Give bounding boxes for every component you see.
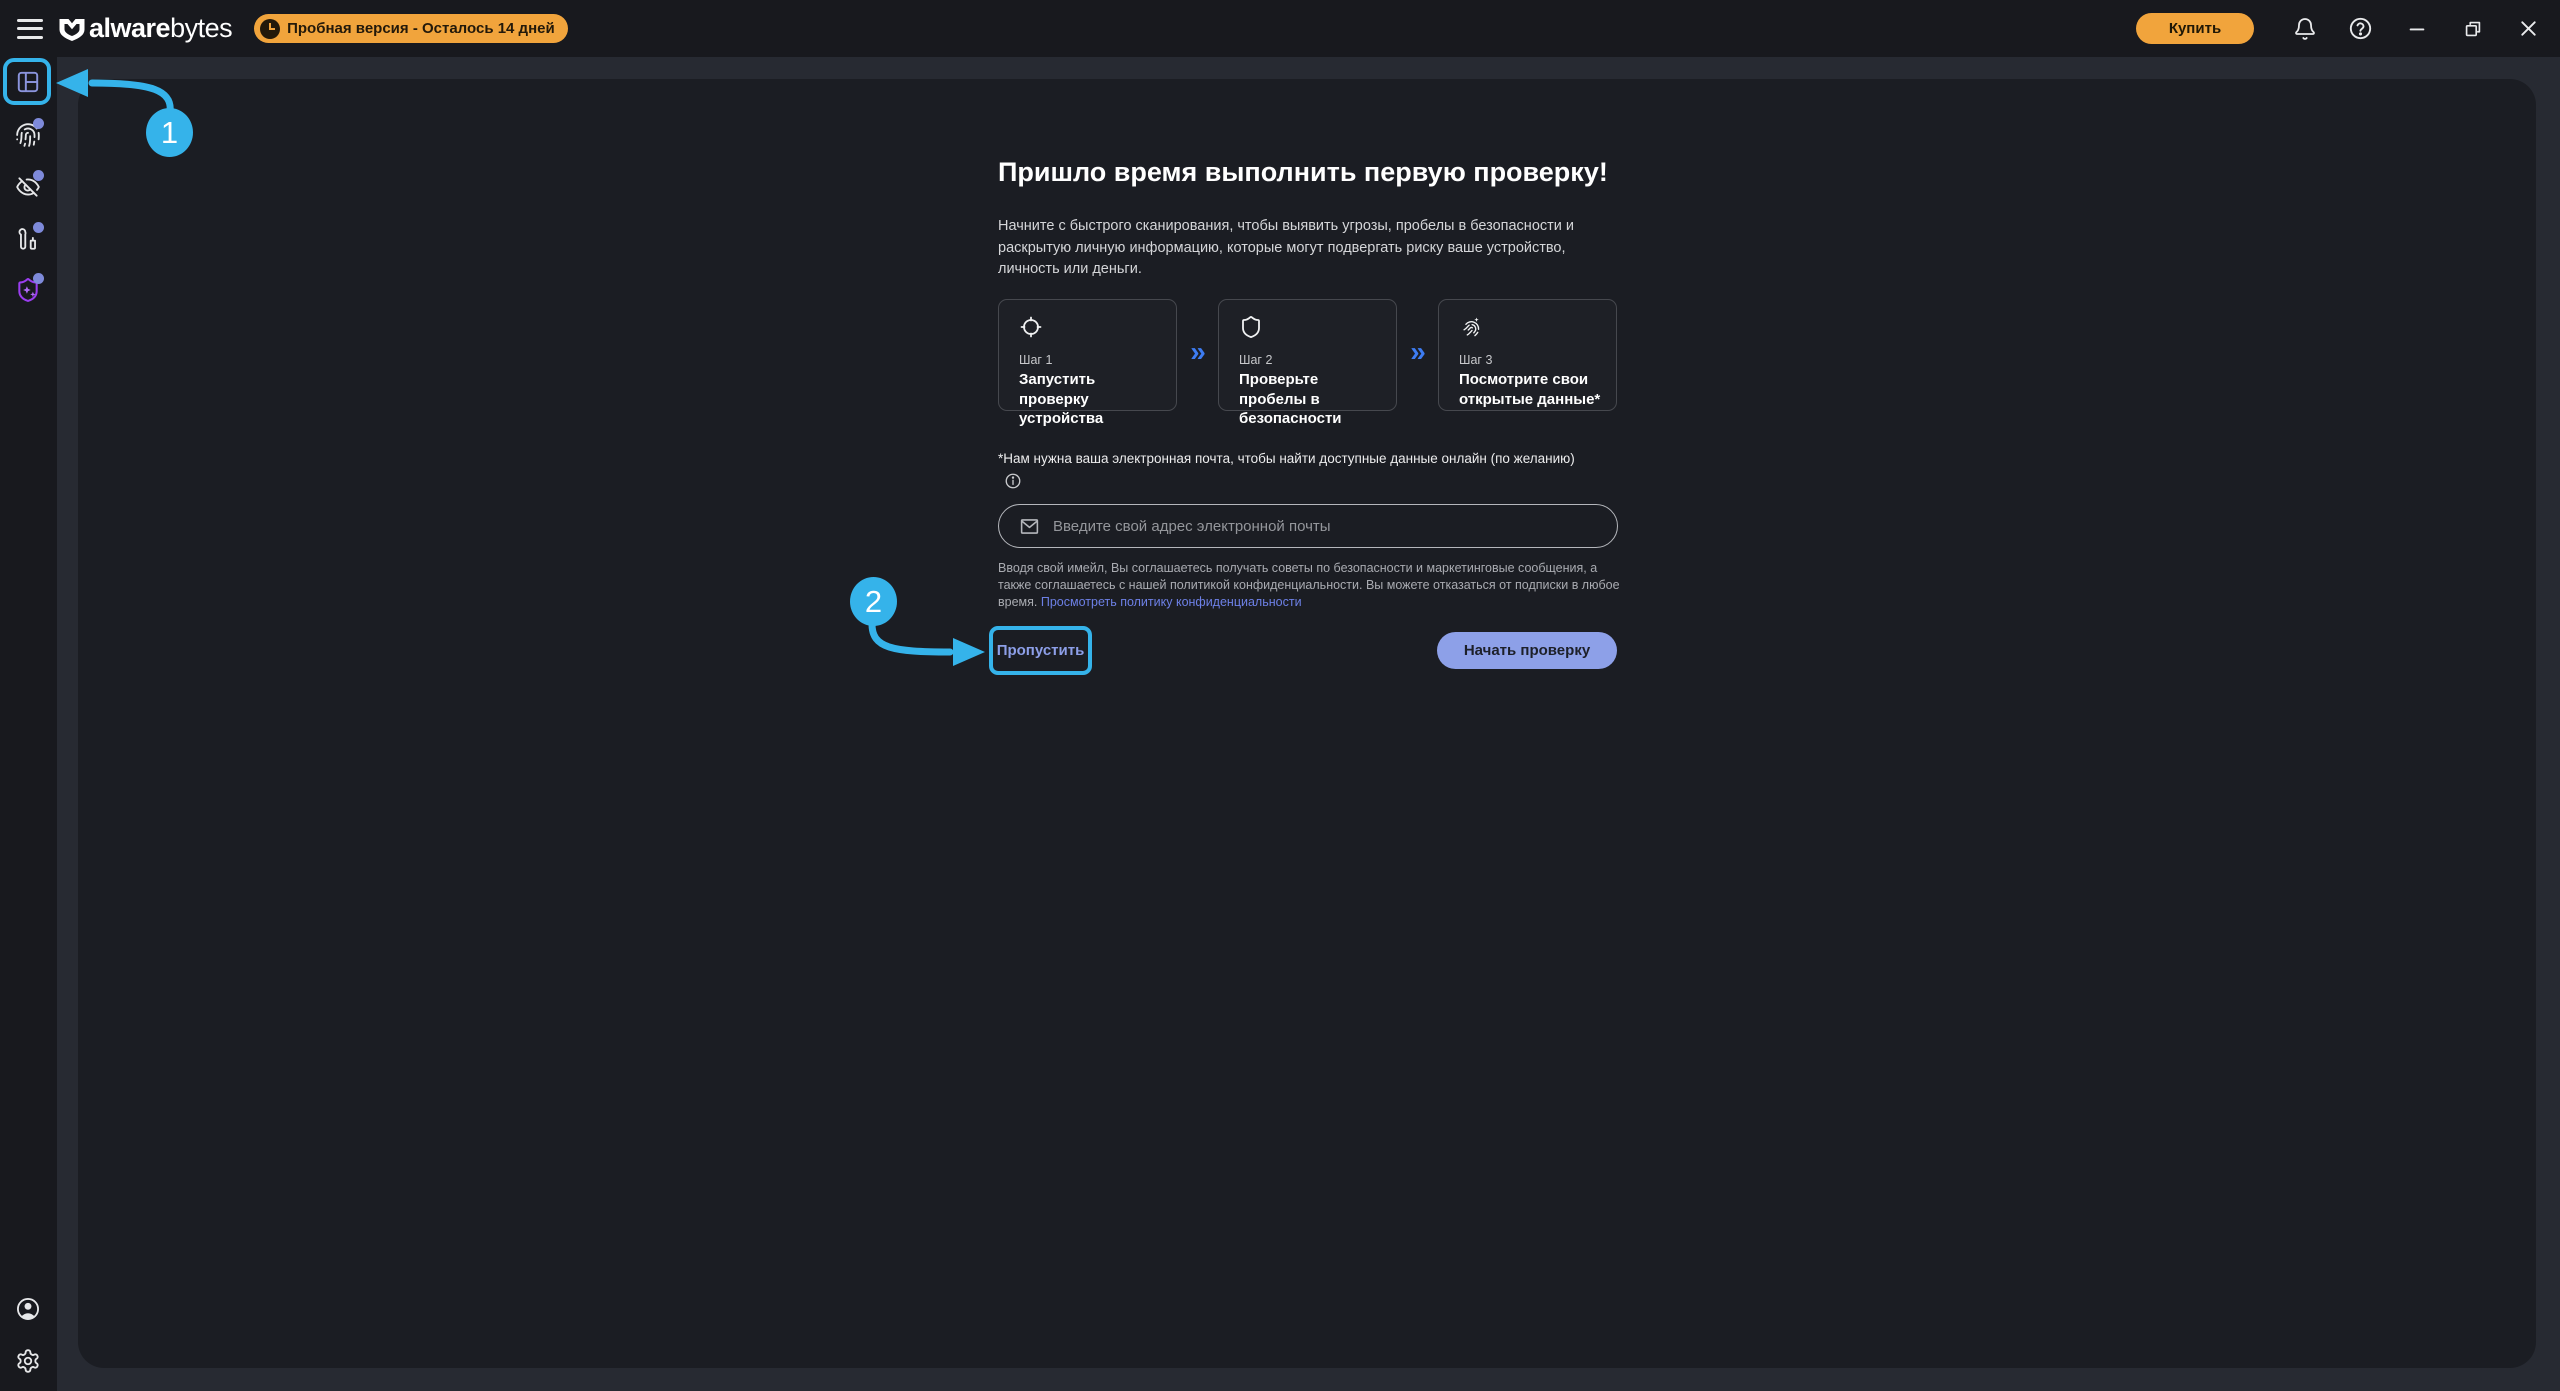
sidebar-item-toolbox-icon[interactable] bbox=[15, 226, 41, 252]
help-icon[interactable] bbox=[2348, 16, 2373, 41]
exposed-data-fingerprint-icon bbox=[1459, 315, 1483, 339]
notification-dot bbox=[33, 273, 44, 284]
sidebar-item-identity-fingerprint-icon[interactable] bbox=[15, 122, 41, 148]
app-window: alwarebytes Пробная версия - Осталось 14… bbox=[0, 0, 2560, 1391]
info-icon[interactable] bbox=[1004, 472, 1022, 490]
step-chevron-icon: » bbox=[1183, 336, 1213, 368]
step-card-1: Шаг 1 Запустить проверку устройства bbox=[998, 299, 1177, 411]
notification-dot bbox=[33, 170, 44, 181]
logo-text-light: bytes bbox=[170, 13, 232, 44]
scan-target-icon bbox=[1019, 315, 1043, 339]
step-title: Проверьте пробелы в безопасности bbox=[1239, 370, 1382, 429]
buy-button[interactable]: Купить bbox=[2136, 13, 2254, 44]
step-label: Шаг 2 bbox=[1239, 353, 1382, 367]
step-label: Шаг 1 bbox=[1019, 353, 1162, 367]
step-title: Запустить проверку устройства bbox=[1019, 370, 1162, 429]
step-card-2: Шаг 2 Проверьте пробелы в безопасности bbox=[1218, 299, 1397, 411]
notification-dot bbox=[33, 222, 44, 233]
sidebar-item-privacy-eye-off-icon[interactable] bbox=[15, 174, 41, 200]
envelope-icon bbox=[1019, 516, 1040, 537]
email-input[interactable] bbox=[1053, 518, 1599, 535]
trial-badge-label: Пробная версия - Осталось 14 дней bbox=[287, 20, 555, 37]
disclaimer-text: Вводя свой имейл, Вы соглашаетесь получа… bbox=[998, 560, 1626, 611]
sidebar-item-trusted-advisor-shield-icon[interactable] bbox=[15, 277, 41, 303]
notification-dot bbox=[33, 118, 44, 129]
step-chevron-icon: » bbox=[1403, 336, 1433, 368]
malwarebytes-logo: alwarebytes bbox=[57, 13, 232, 44]
step-card-3: Шаг 3 Посмотрите свои открытые данные* bbox=[1438, 299, 1617, 411]
email-note: *Нам нужна ваша электронная почта, чтобы… bbox=[998, 451, 1638, 466]
skip-button[interactable]: Пропустить bbox=[993, 630, 1088, 671]
step-title: Посмотрите свои открытые данные* bbox=[1459, 370, 1602, 409]
minimize-window-icon[interactable] bbox=[2404, 16, 2429, 41]
sidebar-item-dashboard-icon[interactable] bbox=[15, 69, 41, 95]
restore-window-icon[interactable] bbox=[2460, 16, 2485, 41]
intro-description: Начните с быстрого сканирования, чтобы в… bbox=[998, 216, 1620, 281]
close-window-icon[interactable] bbox=[2516, 16, 2541, 41]
annotation-step-2-badge: 2 bbox=[850, 577, 897, 626]
privacy-policy-link[interactable]: Просмотреть политику конфиденциальности bbox=[1041, 595, 1302, 609]
notifications-bell-icon[interactable] bbox=[2292, 16, 2317, 41]
step-label: Шаг 3 bbox=[1459, 353, 1602, 367]
email-input-container bbox=[998, 504, 1618, 548]
annotation-step-1-badge: 1 bbox=[146, 108, 193, 157]
sidebar bbox=[0, 57, 57, 1391]
security-shield-icon bbox=[1239, 315, 1263, 339]
sidebar-item-settings-gear-icon[interactable] bbox=[15, 1348, 41, 1374]
titlebar-controls: Купить bbox=[2136, 13, 2560, 44]
page-title: Пришло время выполнить первую проверку! bbox=[998, 157, 1698, 188]
hamburger-menu-icon[interactable] bbox=[17, 19, 43, 39]
logo-text-bold: alware bbox=[89, 13, 170, 44]
sidebar-item-account-icon[interactable] bbox=[15, 1296, 41, 1322]
trial-badge: Пробная версия - Осталось 14 дней bbox=[254, 14, 568, 43]
logo-m-icon bbox=[57, 14, 87, 44]
titlebar: alwarebytes Пробная версия - Осталось 14… bbox=[0, 0, 2560, 57]
start-scan-button[interactable]: Начать проверку bbox=[1437, 632, 1617, 669]
clock-icon bbox=[260, 19, 280, 39]
